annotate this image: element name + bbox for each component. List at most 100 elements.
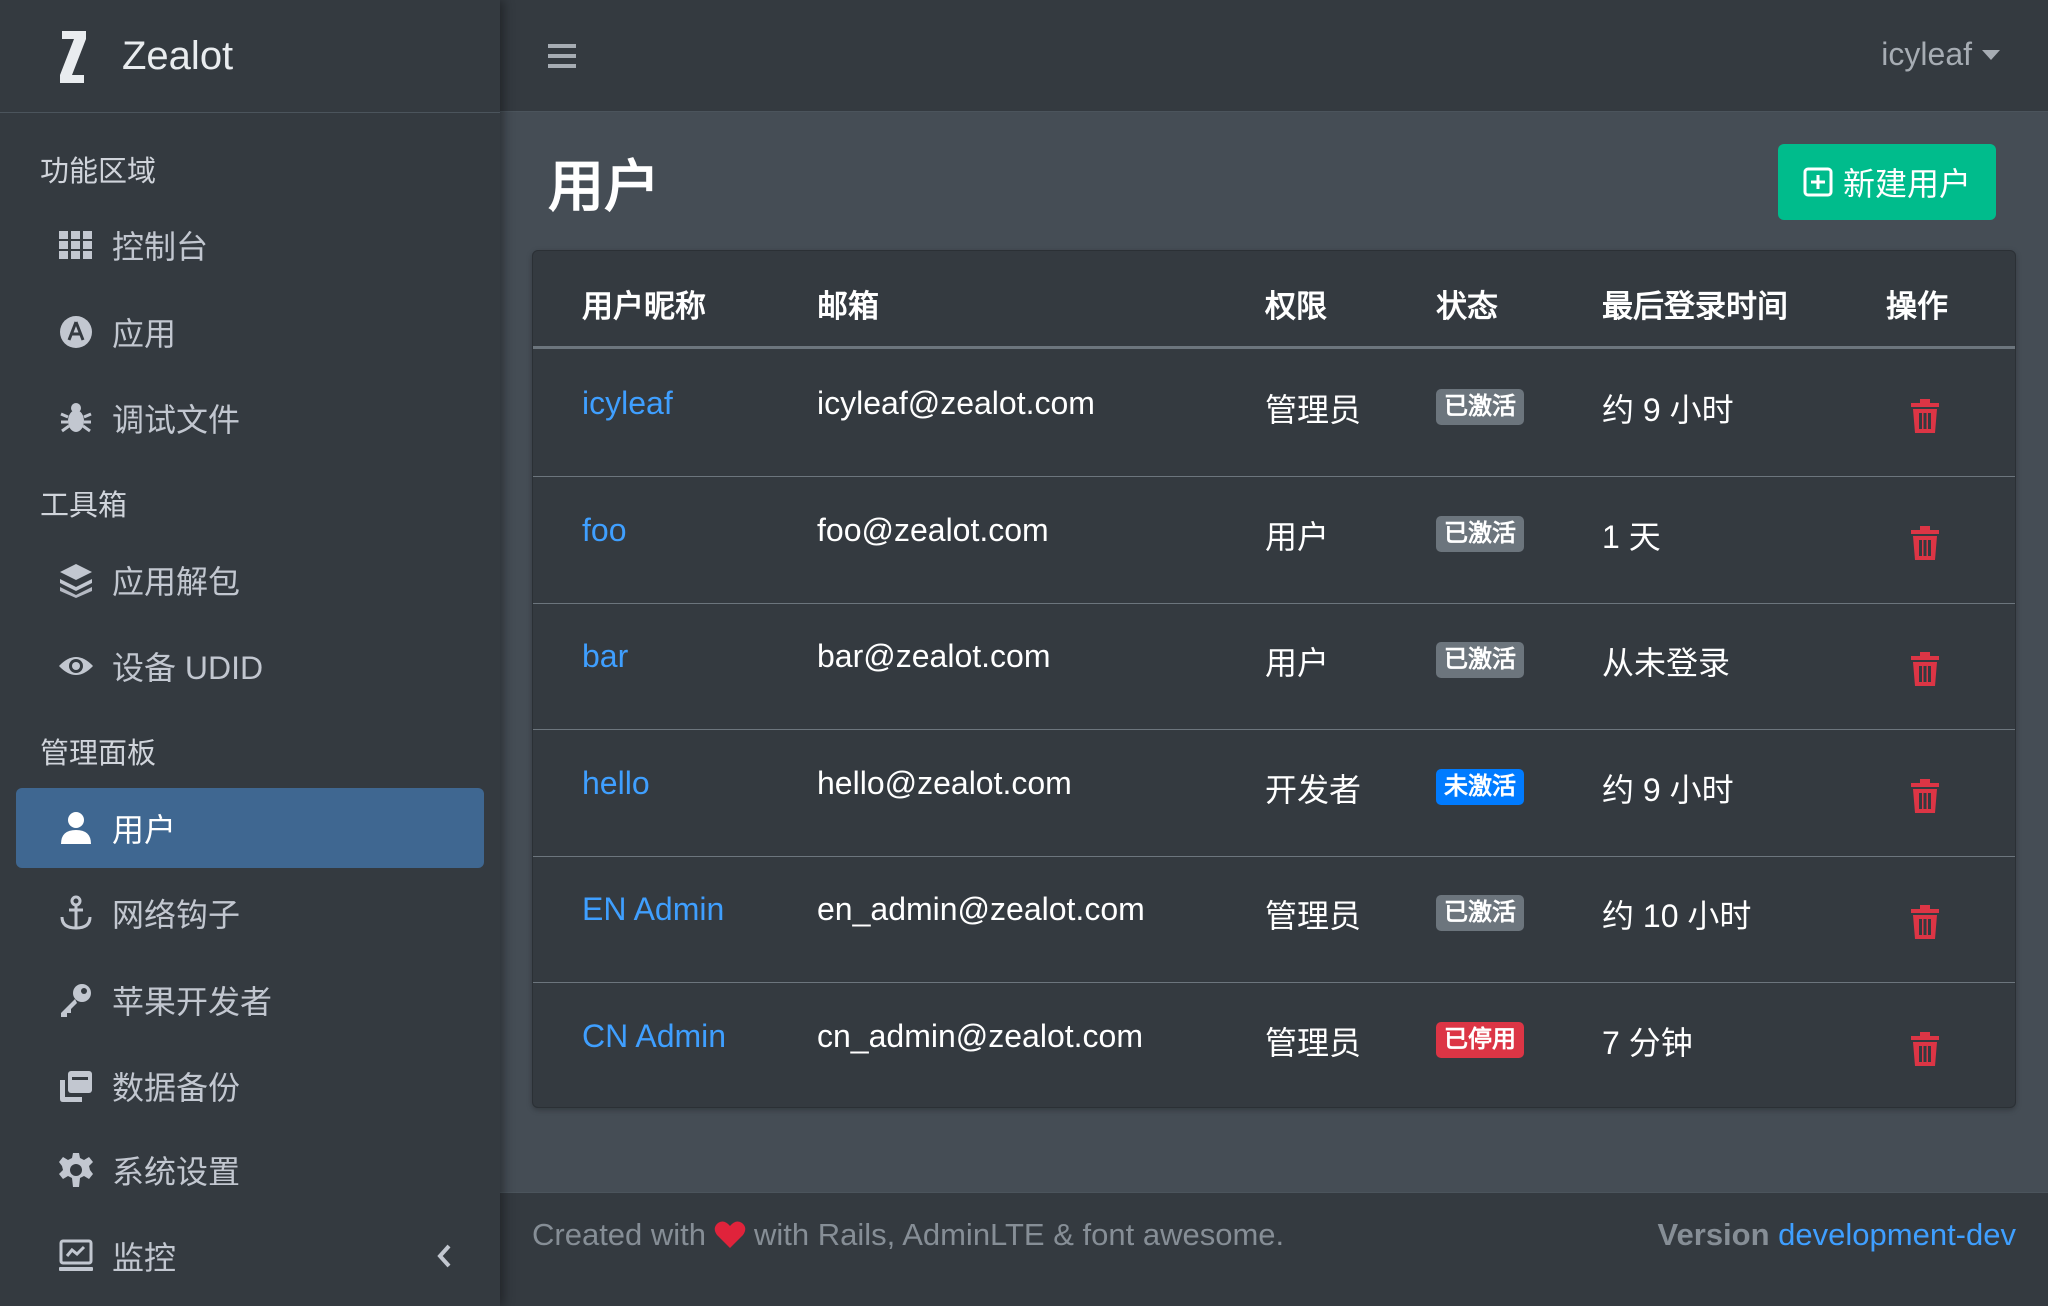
trash-icon[interactable] bbox=[1911, 778, 1939, 813]
last-login: 约 10 小时 bbox=[1602, 898, 1752, 934]
user-email: cn_admin@zealot.com bbox=[817, 1017, 1143, 1054]
table-row: bar bar@zealot.com 用户 已激活 从未登录 bbox=[533, 604, 2015, 730]
trash-icon[interactable] bbox=[1911, 652, 1939, 686]
user-name-link[interactable]: hello bbox=[582, 765, 650, 802]
status-badge: 已激活 bbox=[1436, 515, 1524, 552]
sidebar-item-udid[interactable]: 设备 UDID bbox=[16, 626, 484, 706]
footer-version: Version development-dev bbox=[1658, 1217, 2016, 1253]
sidebar-item-label: 用户 bbox=[112, 812, 177, 848]
version-label: Version bbox=[1657, 1217, 1770, 1252]
status-badge: 未激活 bbox=[1436, 768, 1524, 805]
user-name-link[interactable]: CN Admin bbox=[582, 1018, 726, 1055]
user-name: icyleaf bbox=[1881, 36, 1972, 72]
grid-icon bbox=[56, 225, 96, 265]
column-header-actions: 操作 bbox=[1886, 289, 1948, 324]
version-link[interactable]: development-dev bbox=[1778, 1217, 2016, 1252]
table-row: EN Admin en_admin@zealot.com 管理员 已激活 约 10 小时 bbox=[533, 857, 2015, 983]
column-header-role: 权限 bbox=[1265, 289, 1327, 324]
sidebar-item-backups[interactable]: 数据备份 bbox=[16, 1046, 484, 1126]
clone-icon bbox=[56, 1066, 96, 1106]
user-role: 管理员 bbox=[1265, 1024, 1362, 1061]
sidebar-item-label: 应用 bbox=[112, 316, 177, 352]
sidebar: Zealot 功能区域 控制台 应用 调试文件 工具箱 应用解包 设备 UDID… bbox=[0, 0, 500, 1306]
user-role: 用户 bbox=[1265, 518, 1330, 555]
user-name-link[interactable]: foo bbox=[582, 512, 626, 549]
status-badge: 已激活 bbox=[1436, 895, 1524, 931]
new-user-button[interactable]: 新建用户 bbox=[1778, 144, 1996, 220]
trash-icon[interactable] bbox=[1911, 525, 1939, 560]
last-login: 1 天 bbox=[1602, 518, 1661, 555]
sidebar-item-users[interactable]: 用户 bbox=[16, 788, 484, 868]
trash-icon[interactable] bbox=[1911, 905, 1939, 939]
user-email: foo@zealot.com bbox=[817, 511, 1049, 548]
user-email: en_admin@zealot.com bbox=[817, 891, 1145, 927]
sidebar-item-label: 苹果开发者 bbox=[112, 984, 273, 1020]
sidebar-item-app-unpack[interactable]: 应用解包 bbox=[16, 540, 484, 620]
footer-credits: Created with with Rails, AdminLTE & font… bbox=[532, 1217, 1284, 1253]
table-row: hello hello@zealot.com 开发者 未激活 约 9 小时 bbox=[533, 731, 2015, 857]
sidebar-item-monitor[interactable]: 监控 bbox=[16, 1216, 484, 1296]
top-navbar: icyleaf bbox=[500, 0, 2048, 112]
user-email: icyleaf@zealot.com bbox=[817, 385, 1095, 421]
chevron-left-icon[interactable] bbox=[434, 1238, 454, 1274]
nav-header-admin: 管理面板 bbox=[40, 738, 157, 770]
last-login: 7 分钟 bbox=[1602, 1024, 1693, 1061]
column-header-name: 用户昵称 bbox=[582, 289, 706, 324]
layers-icon bbox=[56, 560, 96, 600]
sidebar-item-label: 设备 UDID bbox=[112, 650, 264, 686]
last-login: 从未登录 bbox=[1602, 645, 1731, 681]
sidebar-item-apps[interactable]: 应用 bbox=[16, 292, 484, 372]
sidebar-item-settings[interactable]: 系统设置 bbox=[16, 1130, 484, 1210]
plus-square-icon bbox=[1803, 167, 1833, 197]
anchor-icon bbox=[56, 893, 96, 933]
sidebar-item-debug-files[interactable]: 调试文件 bbox=[16, 378, 484, 458]
key-icon bbox=[56, 980, 96, 1020]
user-icon bbox=[56, 808, 96, 848]
user-name-link[interactable]: bar bbox=[582, 638, 628, 675]
footer-created-prefix: Created with bbox=[532, 1217, 707, 1252]
trash-icon[interactable] bbox=[1911, 399, 1939, 433]
user-dropdown[interactable]: icyleaf bbox=[1881, 36, 2000, 73]
sidebar-item-dashboard[interactable]: 控制台 bbox=[16, 205, 484, 285]
app-store-icon bbox=[56, 312, 96, 352]
status-badge: 已激活 bbox=[1436, 389, 1524, 425]
sidebar-item-apple-developer[interactable]: 苹果开发者 bbox=[16, 960, 484, 1040]
user-name-link[interactable]: icyleaf bbox=[582, 385, 673, 422]
user-role: 开发者 bbox=[1265, 771, 1362, 808]
menu-toggle-icon[interactable] bbox=[546, 40, 578, 72]
users-table-card: 用户昵称 邮箱 权限 状态 最后登录时间 操作 icyleaf icyleaf@z… bbox=[532, 250, 2016, 1108]
user-email: bar@zealot.com bbox=[817, 638, 1051, 674]
nav-header-toolbox: 工具箱 bbox=[40, 490, 128, 522]
sidebar-item-webhooks[interactable]: 网络钩子 bbox=[16, 873, 484, 953]
user-role: 用户 bbox=[1265, 645, 1330, 681]
monitor-icon bbox=[56, 1236, 96, 1276]
sidebar-item-label: 控制台 bbox=[112, 229, 209, 265]
column-header-last-login: 最后登录时间 bbox=[1602, 289, 1788, 324]
eye-icon bbox=[56, 646, 96, 686]
last-login: 约 9 小时 bbox=[1602, 771, 1734, 808]
page-title: 用户 bbox=[548, 155, 660, 218]
sidebar-item-label: 数据备份 bbox=[112, 1070, 241, 1106]
footer: Created with with Rails, AdminLTE & font… bbox=[500, 1192, 2048, 1306]
table-row: foo foo@zealot.com 用户 已激活 1 天 bbox=[533, 478, 2015, 604]
status-badge: 已停用 bbox=[1436, 1021, 1524, 1058]
sidebar-item-label: 系统设置 bbox=[112, 1154, 241, 1190]
new-user-label: 新建用户 bbox=[1842, 166, 1971, 202]
caret-down-icon bbox=[1982, 49, 2000, 60]
trash-icon[interactable] bbox=[1911, 1031, 1939, 1066]
nav-header-features: 功能区域 bbox=[40, 156, 157, 188]
sidebar-item-label: 网络钩子 bbox=[112, 897, 241, 933]
sidebar-item-label: 调试文件 bbox=[112, 402, 241, 438]
user-name-link[interactable]: EN Admin bbox=[582, 891, 724, 928]
sidebar-item-label: 监控 bbox=[112, 1240, 177, 1276]
table-row: icyleaf icyleaf@zealot.com 管理员 已激活 约 9 小时 bbox=[533, 351, 2015, 477]
column-header-email: 邮箱 bbox=[817, 289, 879, 324]
last-login: 约 9 小时 bbox=[1602, 392, 1734, 428]
heart-icon bbox=[714, 1221, 746, 1248]
user-role: 管理员 bbox=[1265, 392, 1362, 428]
brand-name: Zealot bbox=[122, 33, 234, 78]
status-badge: 已激活 bbox=[1436, 642, 1524, 678]
table-header: 用户昵称 邮箱 权限 状态 最后登录时间 操作 bbox=[533, 251, 2015, 349]
footer-created-suffix: with Rails, AdminLTE & font awesome. bbox=[754, 1217, 1285, 1252]
brand[interactable]: Zealot bbox=[0, 0, 500, 113]
